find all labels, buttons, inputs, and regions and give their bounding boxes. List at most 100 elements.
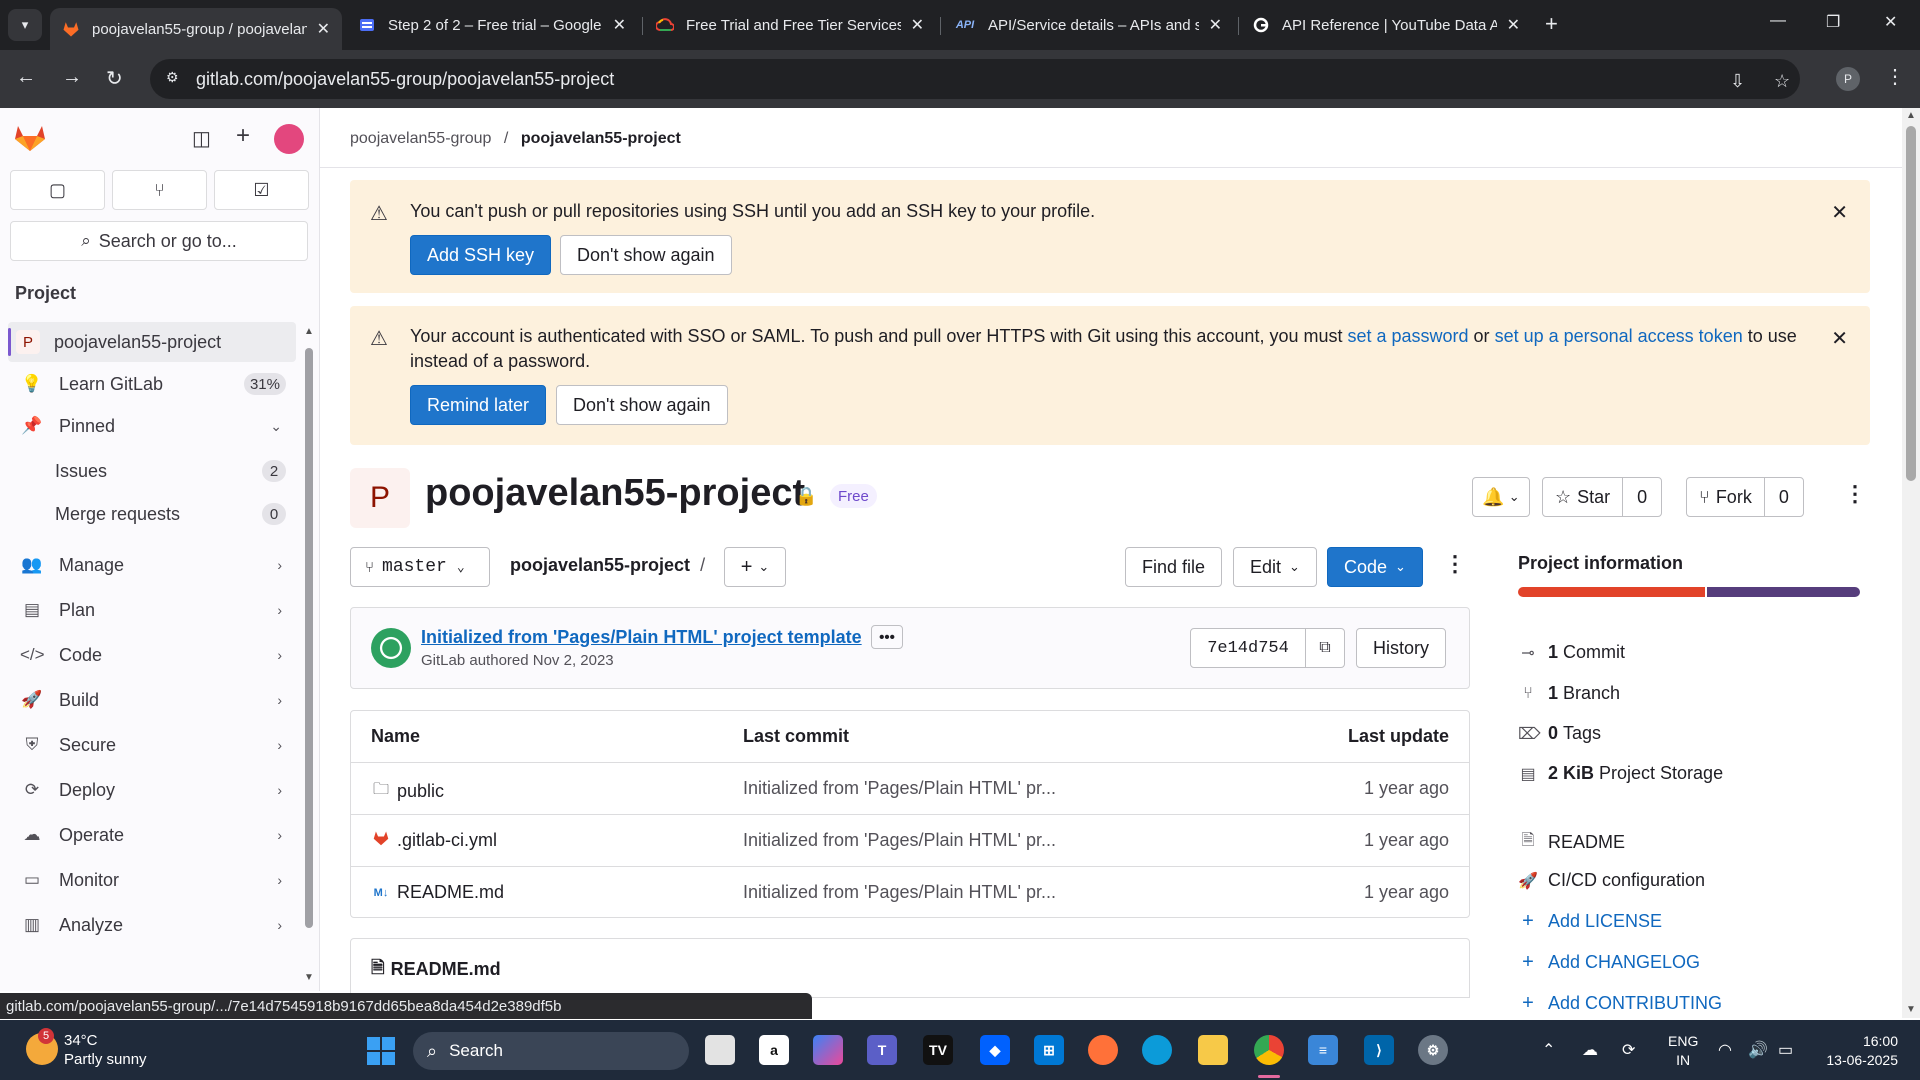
sidebar-item-plan[interactable]: ▤ Plan › xyxy=(8,590,296,630)
star-label-segment[interactable]: ☆ Star xyxy=(1543,478,1622,516)
cicd-configuration-link[interactable]: 🚀 CI/CD configuration xyxy=(1518,870,1705,891)
repo-actions-icon[interactable]: ⋮ xyxy=(1444,551,1466,577)
dismiss-alert-icon[interactable]: ✕ xyxy=(1831,326,1848,351)
new-tab-icon[interactable]: + xyxy=(1545,11,1558,37)
tab-gitlab-project[interactable]: poojavelan55-group / poojavelan55-projec… xyxy=(50,8,342,50)
wifi-icon[interactable]: ◠ xyxy=(1718,1040,1732,1060)
bookmark-star-icon[interactable]: ☆ xyxy=(1774,71,1790,92)
weather-description[interactable]: Partly sunny xyxy=(64,1051,147,1068)
onedrive-icon[interactable]: ☁ xyxy=(1582,1040,1598,1060)
sidebar-item-merge-requests[interactable]: Merge requests 0 xyxy=(8,494,296,534)
sidebar-item-issues[interactable]: Issues 2 xyxy=(8,451,296,491)
volume-icon[interactable]: 🔊 xyxy=(1748,1040,1768,1060)
file-name-link[interactable]: public xyxy=(397,781,444,802)
amazon-app-icon[interactable]: a xyxy=(759,1035,789,1065)
edit-dropdown[interactable]: Edit ⌄ xyxy=(1233,547,1317,587)
tradingview-icon[interactable]: TV xyxy=(923,1035,953,1065)
copy-sha-icon[interactable]: ⧉ xyxy=(1306,629,1344,667)
user-avatar[interactable] xyxy=(274,124,304,154)
edge-icon[interactable] xyxy=(1142,1035,1172,1065)
code-dropdown[interactable]: Code ⌄ xyxy=(1327,547,1423,587)
project-actions-icon[interactable]: ⋮ xyxy=(1844,481,1866,507)
sidebar-item-monitor[interactable]: ▭ Monitor › xyxy=(8,860,296,900)
sidebar-item-pinned[interactable]: 📌 Pinned ⌄ xyxy=(8,406,296,446)
address-bar[interactable]: ⚙ gitlab.com/poojavelan55-group/poojavel… xyxy=(150,59,1800,99)
stat-commits[interactable]: ⊸ 1 Commit xyxy=(1518,642,1625,663)
vscode-icon[interactable]: ⟩ xyxy=(1364,1035,1394,1065)
personal-access-token-link[interactable]: set up a personal access token xyxy=(1495,326,1743,346)
page-scrollbar[interactable]: ▲ ▼ xyxy=(1902,108,1920,1018)
close-icon[interactable]: ✕ xyxy=(317,19,330,39)
start-menu-icon[interactable] xyxy=(367,1037,395,1065)
repo-path-link[interactable]: poojavelan55-project xyxy=(510,555,690,575)
notepad-icon[interactable]: ≡ xyxy=(1308,1035,1338,1065)
sync-icon[interactable]: ⟳ xyxy=(1622,1040,1635,1060)
file-commit-link[interactable]: Initialized from 'Pages/Plain HTML' pr..… xyxy=(743,778,1056,799)
add-license-link[interactable]: + Add LICENSE xyxy=(1518,910,1662,933)
install-app-icon[interactable]: ⇩ xyxy=(1730,71,1745,92)
reload-icon[interactable]: ↻ xyxy=(106,66,123,91)
commit-title-link[interactable]: Initialized from 'Pages/Plain HTML' proj… xyxy=(421,627,862,648)
site-info-icon[interactable]: ⚙ xyxy=(166,69,179,86)
toggle-commit-description-button[interactable]: ••• xyxy=(871,625,903,649)
commit-sha[interactable]: 7e14d754 xyxy=(1191,629,1306,667)
dont-show-again-button[interactable]: Don't show again xyxy=(560,235,732,275)
browser-menu-icon[interactable]: ⋮ xyxy=(1885,64,1905,89)
copilot-icon[interactable] xyxy=(813,1035,843,1065)
add-changelog-link[interactable]: + Add CHANGELOG xyxy=(1518,951,1700,974)
sidebar-item-code[interactable]: </> Code › xyxy=(8,635,296,675)
gitlab-logo-icon[interactable] xyxy=(14,122,46,152)
tab-search-button[interactable]: ▾ xyxy=(8,9,42,41)
sidebar-toggle-icon[interactable]: ◫ xyxy=(192,126,211,151)
notifications-dropdown[interactable]: 🔔 ⌄ xyxy=(1472,477,1530,517)
search-or-go-to-button[interactable]: ⌕ Search or go to... xyxy=(10,221,308,261)
tab-api-service-details[interactable]: API API/Service details – APIs and servi… xyxy=(942,8,1234,42)
back-icon[interactable]: ← xyxy=(16,66,36,89)
file-commit-link[interactable]: Initialized from 'Pages/Plain HTML' pr..… xyxy=(743,882,1056,903)
branch-selector[interactable]: ⑂ master ⌄ xyxy=(350,547,490,587)
remind-later-button[interactable]: Remind later xyxy=(410,385,547,425)
browser-profile-avatar[interactable]: P xyxy=(1836,67,1860,91)
tab-google-cloud-trial[interactable]: Step 2 of 2 – Free trial – Google Cloud … xyxy=(346,8,638,42)
sidebar-item-manage[interactable]: 👥 Manage › xyxy=(8,545,296,585)
file-commit-link[interactable]: Initialized from 'Pages/Plain HTML' pr..… xyxy=(743,830,1056,851)
star-button[interactable]: ☆ Star 0 xyxy=(1542,477,1663,517)
chrome-icon[interactable] xyxy=(1254,1035,1284,1065)
clock[interactable]: 16:00 13-06-2025 xyxy=(1818,1032,1898,1070)
close-icon[interactable]: ✕ xyxy=(1507,15,1520,35)
tab-free-trial-services[interactable]: Free Trial and Free Tier Services ✕ xyxy=(644,8,936,42)
commit-author-link[interactable]: GitLab xyxy=(421,652,465,669)
close-icon[interactable]: ✕ xyxy=(613,15,626,35)
table-row[interactable]: 🗀 public Initialized from 'Pages/Plain HT… xyxy=(351,763,1469,815)
dismiss-alert-icon[interactable]: ✕ xyxy=(1831,200,1848,225)
file-explorer-icon[interactable] xyxy=(1198,1035,1228,1065)
microsoft-store-icon[interactable]: ⊞ xyxy=(1034,1035,1064,1065)
taskbar-search[interactable]: ⌕ Search xyxy=(413,1032,689,1070)
fork-count[interactable]: 0 xyxy=(1763,478,1803,516)
teams-icon[interactable]: T xyxy=(867,1035,897,1065)
add-to-tree-dropdown[interactable]: + ⌄ xyxy=(724,547,786,587)
todo-list-button[interactable]: ☑ xyxy=(214,170,309,210)
scroll-down-icon[interactable]: ▼ xyxy=(1906,1004,1916,1015)
sidebar-item-operate[interactable]: ☁ Operate › xyxy=(8,815,296,855)
tab-youtube-api-reference[interactable]: API Reference | YouTube Data API ✕ xyxy=(1240,8,1532,42)
weather-temperature[interactable]: 34°C xyxy=(64,1032,98,1049)
fork-label-segment[interactable]: ⑂ Fork xyxy=(1687,478,1764,516)
show-hidden-icons-icon[interactable]: ⌃ xyxy=(1542,1040,1555,1060)
history-button[interactable]: History xyxy=(1356,628,1447,668)
breadcrumb-project-link[interactable]: poojavelan55-project xyxy=(521,130,681,147)
restore-icon[interactable]: ❐ xyxy=(1826,12,1840,32)
breadcrumb-group-link[interactable]: poojavelan55-group xyxy=(350,130,491,147)
close-icon[interactable]: ✕ xyxy=(1209,15,1222,35)
star-count[interactable]: 0 xyxy=(1622,478,1661,516)
scrollbar-thumb[interactable] xyxy=(305,348,313,928)
sidebar-item-secure[interactable]: ⛨ Secure › xyxy=(8,725,296,765)
create-new-icon[interactable]: + xyxy=(236,122,250,150)
minimize-icon[interactable]: — xyxy=(1770,12,1786,30)
dont-show-again-button[interactable]: Don't show again xyxy=(556,385,728,425)
scroll-up-icon[interactable]: ▲ xyxy=(1906,110,1916,121)
readme-title[interactable]: README.md xyxy=(391,959,501,980)
battery-icon[interactable]: ▭ xyxy=(1778,1040,1793,1060)
settings-gear-icon[interactable]: ⚙ xyxy=(1418,1035,1448,1065)
scroll-down-icon[interactable]: ▼ xyxy=(304,972,314,983)
